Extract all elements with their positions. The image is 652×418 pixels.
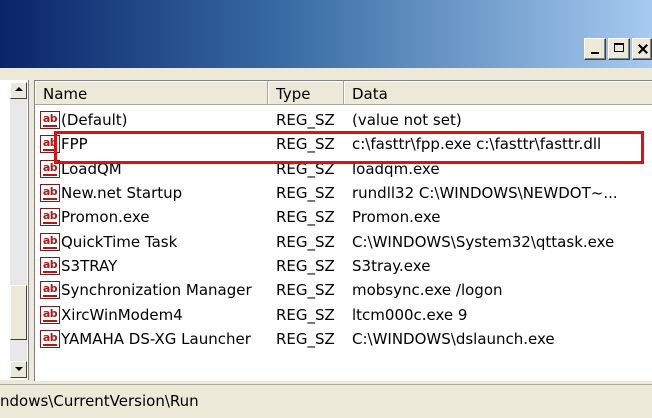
value-data: (value not set) bbox=[352, 111, 462, 130]
value-data: ltcm000c.exe 9 bbox=[352, 305, 468, 324]
value-name: FPP bbox=[61, 135, 88, 154]
value-name: S3TRAY bbox=[61, 256, 118, 275]
status-bar: ndows\CurrentVersion\Run bbox=[0, 384, 652, 418]
list-header: Name Type Data bbox=[35, 81, 652, 105]
value-name: LoadQM bbox=[61, 159, 122, 178]
value-name-cell: ab Synchronization Manager bbox=[35, 281, 268, 300]
value-type: REG_SZ bbox=[276, 329, 335, 348]
list-item[interactable]: ab (Default) REG_SZ (value not set) bbox=[35, 108, 652, 132]
value-name-cell: ab (Default) bbox=[35, 111, 268, 130]
scroll-down-button[interactable] bbox=[10, 361, 27, 378]
string-value-icon: ab bbox=[40, 281, 60, 300]
tree-scrollbar-thumb[interactable] bbox=[10, 285, 27, 340]
value-data: C:\WINDOWS\dslaunch.exe bbox=[352, 329, 555, 348]
value-type: REG_SZ bbox=[276, 111, 335, 130]
value-type: REG_SZ bbox=[276, 135, 335, 154]
list-item[interactable]: ab QuickTime Task REG_SZ C:\WINDOWS\System3… bbox=[35, 229, 652, 253]
minimize-button[interactable] bbox=[584, 38, 606, 60]
value-type: REG_SZ bbox=[276, 208, 335, 227]
column-header-type[interactable]: Type bbox=[268, 81, 344, 105]
value-type: REG_SZ bbox=[276, 159, 335, 178]
list-item[interactable]: ab XircWinModem4 REG_SZ ltcm000c.exe 9 bbox=[35, 302, 652, 326]
maximize-button[interactable] bbox=[608, 38, 630, 60]
tree-pane bbox=[0, 80, 29, 380]
list-item[interactable]: ab Promon.exe REG_SZ Promon.exe bbox=[35, 205, 652, 229]
string-value-icon: ab bbox=[40, 256, 60, 275]
list-rows: ab (Default) REG_SZ (value not set) ab FPP REG… bbox=[35, 108, 652, 351]
value-type: REG_SZ bbox=[276, 232, 335, 251]
value-type: REG_SZ bbox=[276, 305, 335, 324]
value-data: c:\fasttr\fpp.exe c:\fasttr\fasttr.dll bbox=[352, 135, 602, 154]
string-value-icon: ab bbox=[40, 159, 60, 178]
string-value-icon: ab bbox=[40, 208, 60, 227]
value-name: Promon.exe bbox=[61, 208, 150, 227]
caption-buttons bbox=[584, 38, 652, 60]
value-type: REG_SZ bbox=[276, 281, 335, 300]
value-name: New.net Startup bbox=[61, 184, 183, 203]
value-name: QuickTime Task bbox=[61, 232, 178, 251]
value-name: YAMAHA DS-XG Launcher bbox=[61, 329, 251, 348]
list-item[interactable]: ab FPP REG_SZ c:\fasttr\fpp.exe c:\fasttr\f… bbox=[35, 132, 652, 156]
value-name-cell: ab Promon.exe bbox=[35, 208, 268, 227]
column-header-data[interactable]: Data bbox=[344, 81, 652, 105]
values-list: Name Type Data ab (Default) REG_SZ (value n… bbox=[34, 80, 652, 381]
list-item[interactable]: ab Synchronization Manager REG_SZ mobsync.e… bbox=[35, 278, 652, 302]
value-data: S3tray.exe bbox=[352, 256, 431, 275]
value-data: C:\WINDOWS\System32\qttask.exe bbox=[352, 232, 615, 251]
string-value-icon: ab bbox=[40, 232, 60, 251]
value-name: XircWinModem4 bbox=[61, 305, 183, 324]
value-name-cell: ab XircWinModem4 bbox=[35, 305, 268, 324]
string-value-icon: ab bbox=[40, 329, 60, 348]
list-item[interactable]: ab New.net Startup REG_SZ rundll32 C:\WINDO… bbox=[35, 181, 652, 205]
value-name: Synchronization Manager bbox=[61, 281, 252, 300]
list-item[interactable]: ab YAMAHA DS-XG Launcher REG_SZ C:\WINDOWS\… bbox=[35, 327, 652, 351]
value-name-cell: ab FPP bbox=[35, 135, 268, 154]
list-item[interactable]: ab S3TRAY REG_SZ S3tray.exe bbox=[35, 254, 652, 278]
string-value-icon: ab bbox=[40, 111, 60, 130]
value-name-cell: ab YAMAHA DS-XG Launcher bbox=[35, 329, 268, 348]
value-type: REG_SZ bbox=[276, 184, 335, 203]
value-name-cell: ab QuickTime Task bbox=[35, 232, 268, 251]
value-data: Promon.exe bbox=[352, 208, 441, 227]
value-name-cell: ab LoadQM bbox=[35, 159, 268, 178]
list-item[interactable]: ab LoadQM REG_SZ loadqm.exe bbox=[35, 157, 652, 181]
scroll-up-button[interactable] bbox=[10, 82, 27, 99]
value-data: mobsync.exe /logon bbox=[352, 281, 503, 300]
value-name: (Default) bbox=[61, 111, 128, 130]
string-value-icon: ab bbox=[40, 184, 60, 203]
value-type: REG_SZ bbox=[276, 256, 335, 275]
column-header-name[interactable]: Name bbox=[35, 81, 268, 105]
value-name-cell: ab New.net Startup bbox=[35, 184, 268, 203]
value-data: loadqm.exe bbox=[352, 159, 440, 178]
string-value-icon: ab bbox=[40, 305, 60, 324]
value-data: rundll32 C:\WINDOWS\NEWDOT~... bbox=[352, 184, 618, 203]
status-path: ndows\CurrentVersion\Run bbox=[0, 392, 199, 410]
value-name-cell: ab S3TRAY bbox=[35, 256, 268, 275]
title-bar[interactable] bbox=[0, 0, 652, 68]
string-value-icon: ab bbox=[40, 135, 60, 154]
close-button[interactable] bbox=[632, 38, 652, 60]
